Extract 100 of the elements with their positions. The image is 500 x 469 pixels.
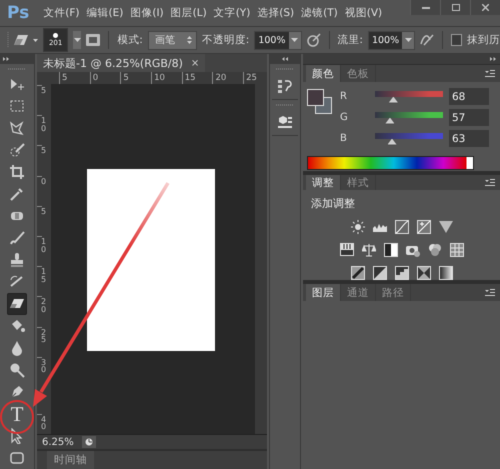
menu-item[interactable]: 文字(Y) [214,6,256,20]
minimize-icon [422,6,430,8]
slash-square-icon [350,266,364,280]
channel-value-field[interactable]: 63 [449,130,489,147]
channel-label: B [340,133,348,144]
adjustment-button[interactable] [350,266,364,280]
lasso-icon [9,120,25,136]
maximize-button[interactable] [440,0,470,15]
balance-icon [362,243,376,257]
slider-thumb[interactable] [388,138,396,144]
dropdown-arrow-icon [291,38,298,42]
panel-tab[interactable]: 颜色 [306,65,341,82]
color-spectrum[interactable] [307,156,474,170]
dodge-icon [9,362,25,378]
erase-history-label: 抹到历 [466,33,500,47]
flow-label: 流里: [337,33,363,47]
eyedropper-icon [9,186,25,202]
timeline-tab[interactable]: 时间轴 [47,451,94,469]
channel-value-field[interactable]: 68 [449,88,489,105]
panel-tab[interactable]: 通道 [341,284,376,301]
adjustment-button[interactable] [340,243,354,257]
checkbox[interactable] [451,34,462,46]
pressure-icon [420,34,434,46]
adjustments-heading: 添加调整 [310,196,356,211]
crop-icon [9,164,25,180]
diagonal-square-icon [372,266,386,280]
document-title: 未标题-1 @ 6.25%(RGB/8) [43,56,183,70]
mode-select[interactable]: 画笔 [148,30,197,50]
minimize-button[interactable] [410,0,440,15]
gradient-square-icon [438,266,452,280]
half-square-icon [384,243,398,257]
channel-value-field[interactable]: 57 [449,109,489,126]
ruler-label: 5 [59,72,90,84]
menu-item[interactable]: 滤镜(T) [301,6,344,20]
tool-button[interactable] [7,293,27,315]
slider-thumb[interactable] [385,118,394,124]
move-icon [9,76,25,92]
levels-bar-icon [340,243,354,257]
panel-menu-icon [485,289,495,296]
stepper-icon [186,36,192,44]
slider-thumb[interactable] [388,96,398,102]
dropdown-arrow-icon [404,38,412,42]
steps-square-icon [394,266,408,280]
close-tab-button[interactable]: × [190,58,200,68]
stamp-icon [9,252,25,268]
panel-tab[interactable]: 路径 [376,284,411,301]
triangle-icon [438,220,452,234]
menu-item[interactable]: 选择(S) [257,6,300,20]
menu-item[interactable]: 图像(I) [130,6,170,20]
panel-menu-icon [485,70,495,77]
status-icon [84,438,93,446]
close-button[interactable] [470,0,500,15]
mode-label: 模式: [117,33,143,47]
brush-dropdown-button[interactable] [73,31,82,49]
channel-label: G [340,112,349,123]
panel-tab[interactable]: 图层 [306,284,341,301]
expand-icon [490,57,496,61]
menu-item[interactable]: 文件(F) [43,6,86,20]
cube-icon [278,115,292,129]
sun-icon [350,220,364,234]
cross-square-icon [416,266,430,280]
circles-icon [428,243,442,257]
eraser-icon [14,35,28,45]
curves-icon [394,220,408,234]
panel-tab[interactable]: 色板 [341,65,376,82]
menu-item[interactable]: 视图(V) [344,6,388,20]
ruler-label: 10 [151,72,182,84]
opacity-field[interactable]: 100% [254,30,302,50]
cursor-icon [9,428,25,444]
ruler-label: 0 [90,72,120,84]
slider-track[interactable] [375,112,443,124]
caret-icon [33,38,38,42]
slider-track[interactable] [375,132,443,144]
document-tab[interactable]: 未标题-1 @ 6.25%(RGB/8) × [37,54,206,72]
brush-panel-icon [86,34,100,46]
grid-icon [450,243,464,257]
panel-tab[interactable]: 调整 [306,175,341,190]
collapse-icon [282,57,288,61]
brush-icon [9,230,25,246]
dropdown-arrow-icon [74,38,81,42]
status-menu-button[interactable] [82,436,96,448]
tool-button[interactable]: T [7,403,27,425]
marquee-icon [9,98,25,114]
slider-track[interactable] [375,90,443,102]
scrollbar[interactable] [255,84,267,434]
panel-menu-icon [485,179,495,186]
camera-icon [406,243,420,257]
app-logo: Ps [7,3,30,23]
collapse-icon [3,57,9,61]
flow-field[interactable]: 100% [368,30,416,50]
zoom-level: 6.25% [42,436,74,448]
maximize-icon [452,4,460,11]
opacity-label: 不透明度: [202,33,250,47]
ruler-label: 15 [182,72,212,84]
menu-item[interactable]: 图层(L) [170,6,213,20]
menu-item[interactable]: 编辑(E) [86,6,130,20]
pen-icon [9,384,25,400]
close-icon [482,4,489,11]
rounded-rectangle-icon [9,450,25,466]
panel-tab[interactable]: 样式 [341,175,376,190]
